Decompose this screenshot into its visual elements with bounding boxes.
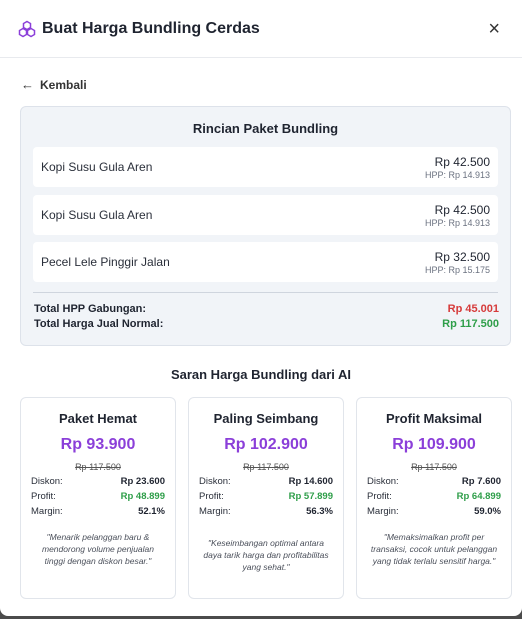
card-description: "Keseimbangan optimal antara daya tarik … [203, 538, 329, 572]
bundle-item: Kopi Susu Gula Aren Rp 42.500 HPP: Rp 14… [33, 195, 498, 235]
total-hpp-value: Rp 45.001 [447, 303, 499, 315]
card-name: Paket Hemat [58, 411, 138, 426]
discount-row: Diskon: Rp 14.600 [199, 476, 333, 487]
item-name: Pecel Lele Pinggir Jalan [41, 255, 170, 269]
profit-label: Profit: [199, 491, 224, 502]
total-hpp-row: Total HPP Gabungan: Rp 45.001 [34, 303, 499, 315]
suggestion-card-seimbang[interactable]: Paling Seimbang Rp 102.900 Rp 117.500 Di… [188, 397, 344, 599]
item-price: Rp 42.500 [434, 202, 490, 217]
item-price: Rp 42.500 [434, 154, 490, 169]
margin-label: Margin: [367, 506, 399, 517]
discount-row: Diskon: Rp 7.600 [367, 476, 501, 487]
item-name: Kopi Susu Gula Aren [41, 160, 153, 174]
margin-label: Margin: [199, 506, 231, 517]
total-normal-value: Rp 117.500 [442, 318, 499, 330]
card-price: Rp 102.900 [224, 436, 308, 453]
total-normal-label: Total Harga Jual Normal: [34, 318, 164, 330]
discount-label: Diskon: [199, 476, 231, 487]
margin-value: 56.3% [306, 506, 333, 517]
card-name: Paling Seimbang [213, 411, 319, 426]
back-link[interactable]: ← Kembali [21, 77, 87, 92]
discount-value: Rp 23.600 [120, 476, 165, 487]
margin-row: Margin: 52.1% [31, 506, 165, 517]
modal-header: Buat Harga Bundling Cerdas × [0, 0, 522, 58]
card-price: Rp 93.900 [60, 436, 136, 453]
margin-value: 59.0% [474, 506, 501, 517]
discount-row: Diskon: Rp 23.600 [31, 476, 165, 487]
item-price: Rp 32.500 [434, 249, 490, 264]
discount-label: Diskon: [367, 476, 399, 487]
divider [33, 292, 498, 293]
cubes-icon [18, 20, 36, 38]
card-description: "Menarik pelanggan baru & mendorong volu… [42, 532, 154, 566]
card-original-price: Rp 117.500 [243, 462, 289, 472]
discount-value: Rp 7.600 [461, 476, 501, 487]
item-hpp: HPP: Rp 14.913 [424, 217, 490, 228]
item-hpp: HPP: Rp 14.913 [424, 169, 490, 180]
profit-row: Profit: Rp 48.899 [31, 491, 165, 502]
card-description: "Memaksimalkan profit per transaksi, coc… [370, 532, 498, 566]
close-icon[interactable]: × [488, 19, 500, 39]
item-hpp: HPP: Rp 15.175 [424, 264, 490, 275]
suggestions-title: Saran Harga Bundling dari AI [170, 367, 352, 382]
modal-title: Buat Harga Bundling Cerdas [42, 19, 260, 37]
summary-title: Rincian Paket Bundling [192, 121, 339, 136]
profit-value: Rp 48.899 [120, 491, 165, 502]
discount-label: Diskon: [31, 476, 63, 487]
bundling-modal: Buat Harga Bundling Cerdas × ← Kembali R… [0, 0, 522, 616]
card-price: Rp 109.900 [392, 436, 476, 453]
discount-value: Rp 14.600 [288, 476, 333, 487]
margin-row: Margin: 56.3% [199, 506, 333, 517]
profit-row: Profit: Rp 64.899 [367, 491, 501, 502]
total-hpp-label: Total HPP Gabungan: [34, 303, 147, 315]
card-original-price: Rp 117.500 [411, 462, 457, 472]
suggestion-card-hemat[interactable]: Paket Hemat Rp 93.900 Rp 117.500 Diskon:… [20, 397, 176, 599]
back-label: Kembali [40, 77, 87, 92]
bundle-item: Kopi Susu Gula Aren Rp 42.500 HPP: Rp 14… [33, 147, 498, 187]
profit-label: Profit: [31, 491, 56, 502]
suggestion-card-maksimal[interactable]: Profit Maksimal Rp 109.900 Rp 117.500 Di… [356, 397, 512, 599]
arrow-left-icon: ← [21, 77, 34, 92]
total-normal-row: Total Harga Jual Normal: Rp 117.500 [34, 318, 499, 330]
profit-label: Profit: [367, 491, 392, 502]
profit-value: Rp 64.899 [456, 491, 501, 502]
margin-label: Margin: [31, 506, 63, 517]
margin-value: 52.1% [138, 506, 165, 517]
bundle-summary-panel: Rincian Paket Bundling Kopi Susu Gula Ar… [20, 106, 511, 346]
margin-row: Margin: 59.0% [367, 506, 501, 517]
card-name: Profit Maksimal [385, 411, 483, 426]
profit-value: Rp 57.899 [288, 491, 333, 502]
profit-row: Profit: Rp 57.899 [199, 491, 333, 502]
bundle-item: Pecel Lele Pinggir Jalan Rp 32.500 HPP: … [33, 242, 498, 282]
item-name: Kopi Susu Gula Aren [41, 208, 153, 222]
card-original-price: Rp 117.500 [75, 462, 121, 472]
